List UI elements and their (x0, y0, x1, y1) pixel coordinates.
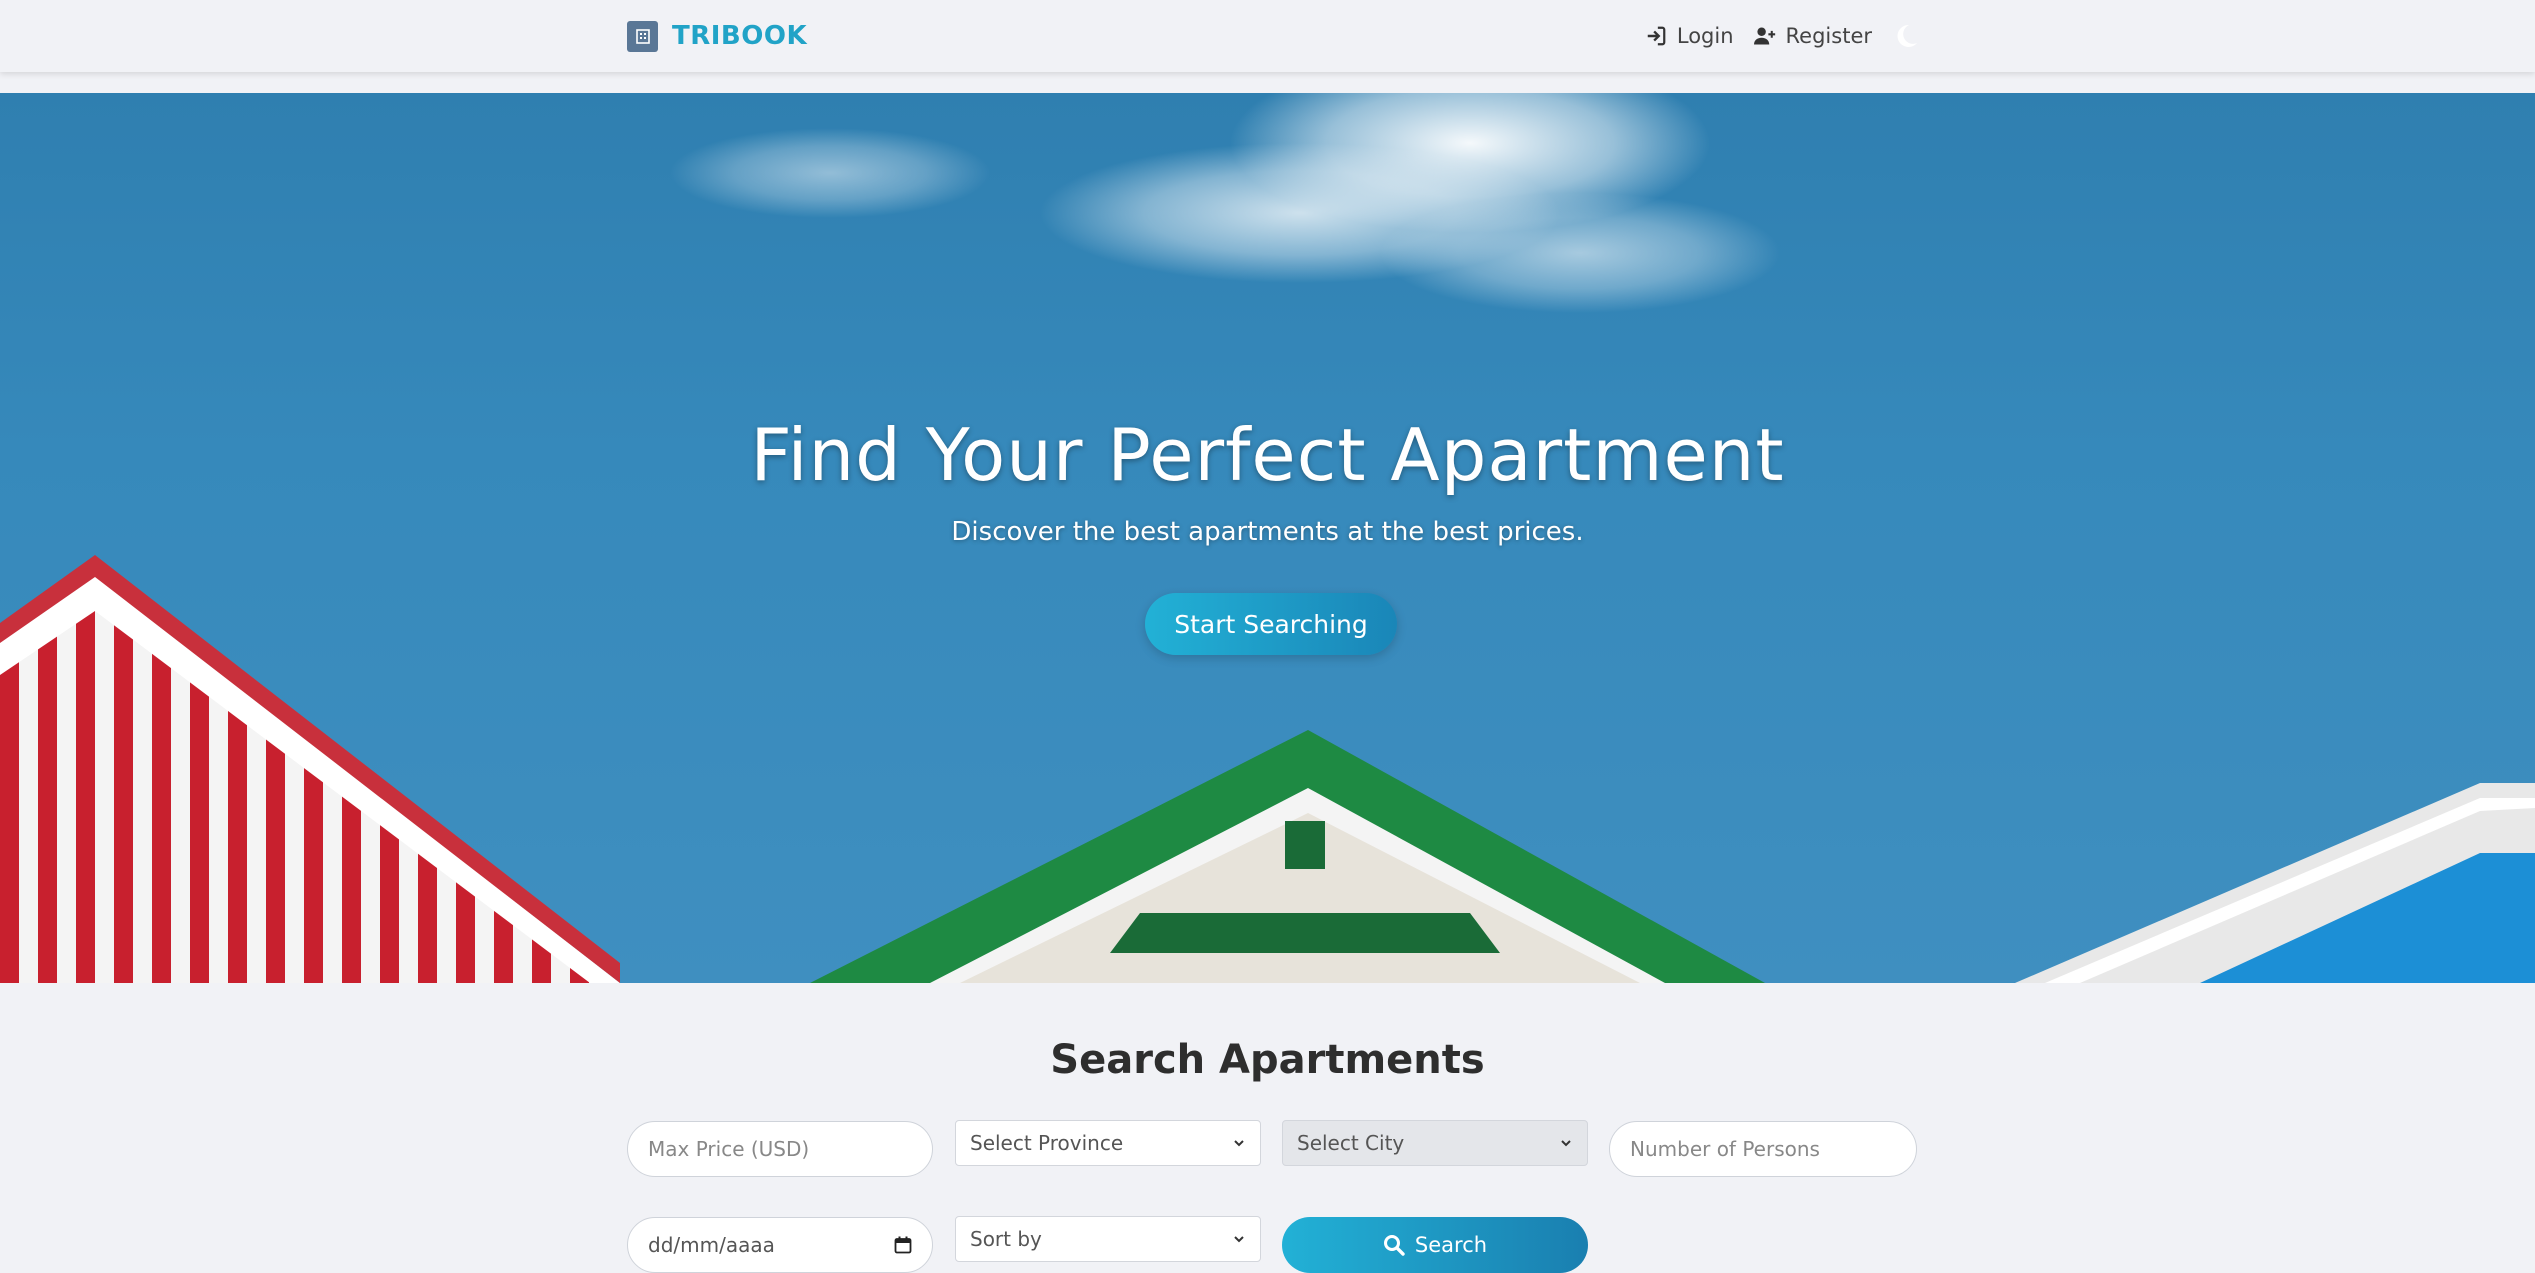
hero-section: Find Your Perfect Apartment Discover the… (0, 93, 2535, 983)
province-select-value: Select Province (970, 1131, 1124, 1155)
search-icon (1383, 1235, 1405, 1256)
theme-toggle[interactable] (1892, 22, 1920, 50)
sort-by-select[interactable]: Sort by (955, 1216, 1261, 1262)
chevron-down-icon (1561, 1140, 1571, 1147)
register-link[interactable]: Register (1753, 24, 1872, 48)
chevron-down-icon (1234, 1140, 1244, 1147)
city-select-value: Select City (1297, 1131, 1405, 1155)
calendar-icon[interactable] (894, 1236, 912, 1254)
hero-content: Find Your Perfect Apartment Discover the… (0, 93, 2535, 983)
number-of-persons-input[interactable] (1609, 1121, 1917, 1177)
hero-title: Find Your Perfect Apartment (750, 413, 1785, 497)
brand-name: TRIBOOK (672, 21, 808, 51)
user-plus-icon (1753, 27, 1775, 45)
login-link[interactable]: Login (1645, 24, 1734, 48)
building-icon (627, 20, 658, 52)
date-input-value: dd/mm/aaaa (648, 1233, 775, 1257)
search-button[interactable]: Search (1282, 1217, 1588, 1273)
nav-actions: Login Register (1645, 16, 1920, 56)
sign-in-icon (1647, 26, 1666, 46)
moon-icon (1897, 24, 1917, 47)
search-section-title: Search Apartments (1050, 1037, 1485, 1083)
start-searching-button[interactable]: Start Searching (1145, 593, 1397, 655)
navbar: TRIBOOK Login Register (0, 0, 2535, 72)
city-select[interactable]: Select City (1282, 1120, 1588, 1166)
brand-link[interactable]: TRIBOOK (627, 18, 807, 54)
chevron-down-icon (1234, 1236, 1244, 1243)
province-select[interactable]: Select Province (955, 1120, 1261, 1166)
max-price-input[interactable] (627, 1121, 933, 1177)
search-button-label: Search (1414, 1233, 1488, 1257)
sort-by-select-value: Sort by (970, 1227, 1042, 1251)
date-input[interactable]: dd/mm/aaaa (627, 1217, 933, 1273)
hero-subtitle: Discover the best apartments at the best… (951, 517, 1584, 547)
register-label: Register (1785, 24, 1872, 48)
login-label: Login (1676, 24, 1734, 48)
